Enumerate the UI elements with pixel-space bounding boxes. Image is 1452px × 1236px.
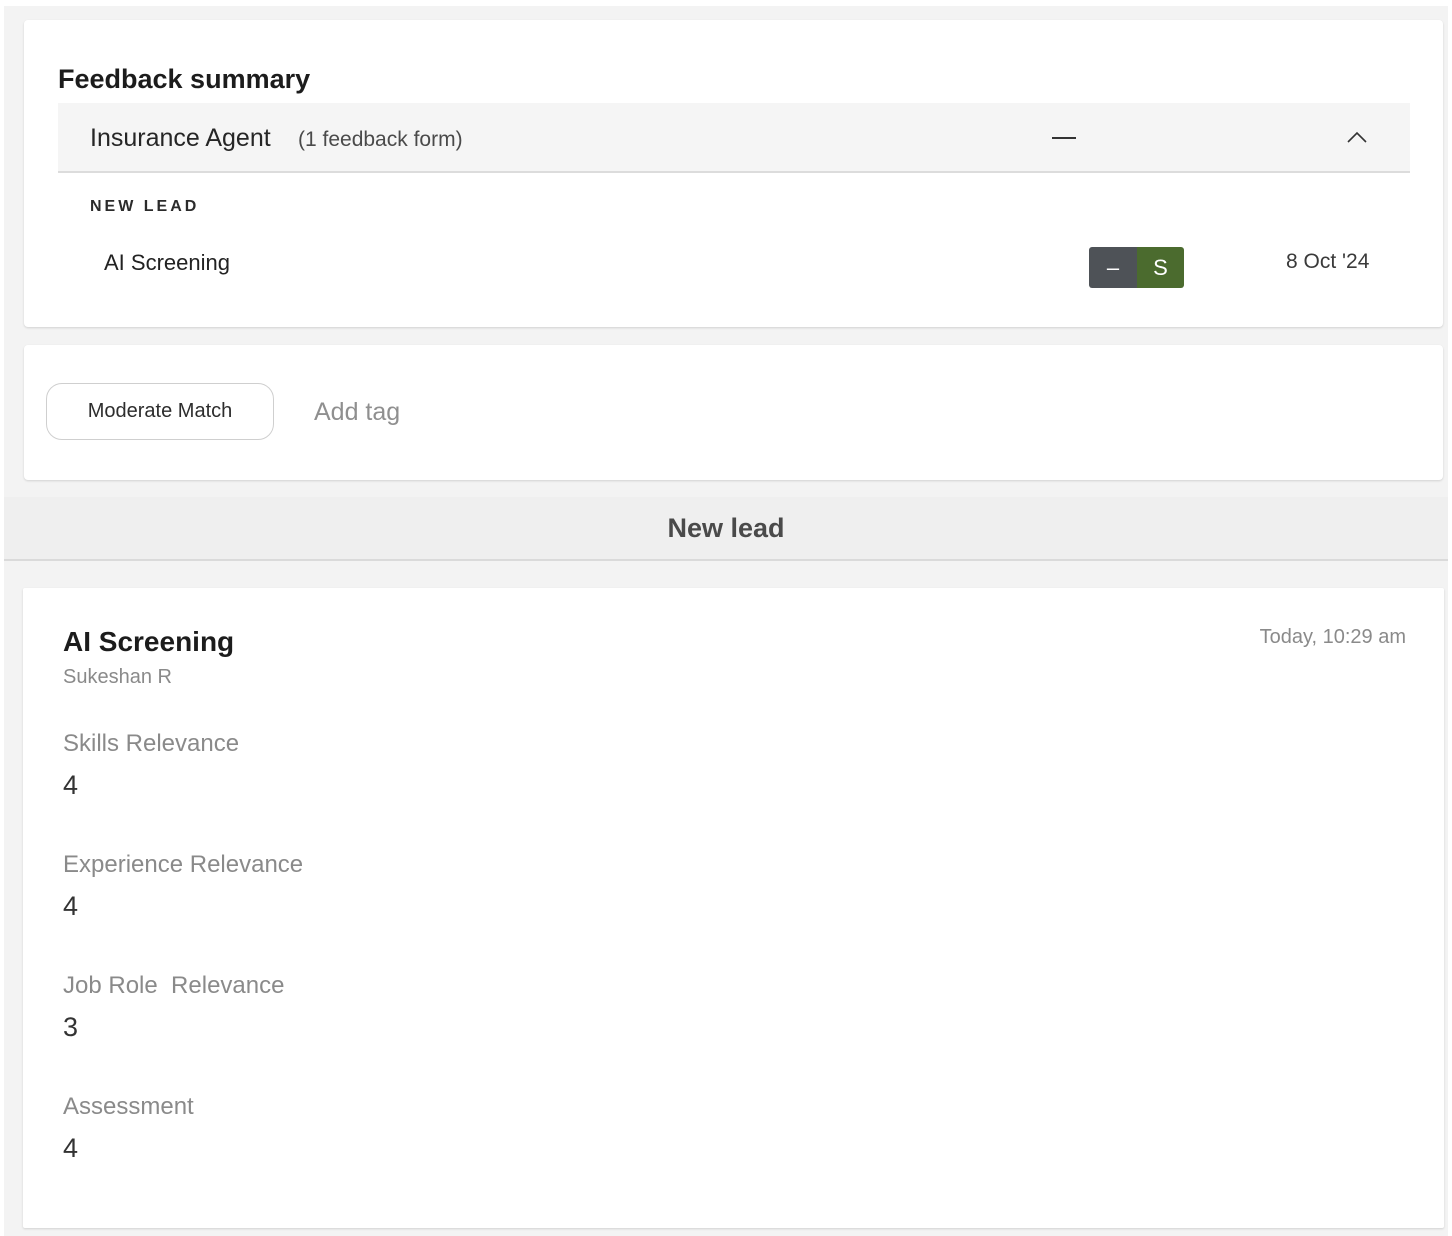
feedback-field: Assessment 4 bbox=[63, 1093, 194, 1164]
stage-section-header: New lead bbox=[4, 497, 1448, 561]
feedback-summary-card: Feedback summary Insurance Agent (1 feed… bbox=[24, 20, 1443, 327]
overall-rating-placeholder bbox=[1052, 137, 1076, 139]
rating-badge-strong: S bbox=[1137, 247, 1184, 288]
feedback-form-row[interactable]: AI Screening – S 8 Oct '24 bbox=[58, 238, 1410, 294]
stage-label: NEW LEAD bbox=[90, 198, 200, 215]
feedback-author: Sukeshan R bbox=[63, 666, 172, 688]
field-value: 4 bbox=[63, 1133, 79, 1163]
form-name: AI Screening bbox=[104, 250, 230, 275]
field-label: Experience Relevance bbox=[63, 851, 304, 878]
field-value: 4 bbox=[63, 770, 79, 800]
job-title: Insurance Agent bbox=[90, 124, 271, 152]
feedback-summary-title: Feedback summary bbox=[58, 64, 311, 94]
feedback-page: Feedback summary Insurance Agent (1 feed… bbox=[4, 6, 1448, 1236]
field-value: 3 bbox=[63, 1012, 79, 1042]
rating-badge-none: – bbox=[1089, 247, 1137, 288]
tag-chip[interactable]: Moderate Match bbox=[46, 383, 274, 440]
rating-badges: – S bbox=[1089, 247, 1184, 288]
field-label: Skills Relevance bbox=[63, 730, 240, 757]
feedback-field: Job Role Relevance 3 bbox=[63, 972, 284, 1043]
add-tag-input[interactable] bbox=[314, 395, 614, 429]
feedback-field: Skills Relevance 4 bbox=[63, 730, 239, 801]
form-date: 8 Oct '24 bbox=[1286, 250, 1370, 273]
feedback-form-title: AI Screening bbox=[63, 626, 235, 657]
field-label: Job Role Relevance bbox=[63, 972, 285, 999]
feedback-timestamp: Today, 10:29 am bbox=[1259, 626, 1406, 648]
feedback-field: Experience Relevance 4 bbox=[63, 851, 303, 922]
chevron-up-icon[interactable] bbox=[1346, 127, 1368, 149]
tags-card: Moderate Match bbox=[24, 345, 1443, 480]
field-label: Assessment bbox=[63, 1093, 194, 1120]
feedback-detail-card: AI Screening Sukeshan R Today, 10:29 am … bbox=[23, 588, 1444, 1228]
feedback-form-count: (1 feedback form) bbox=[298, 128, 463, 151]
field-value: 4 bbox=[63, 891, 79, 921]
job-accordion-header[interactable]: Insurance Agent (1 feedback form) bbox=[58, 103, 1410, 173]
